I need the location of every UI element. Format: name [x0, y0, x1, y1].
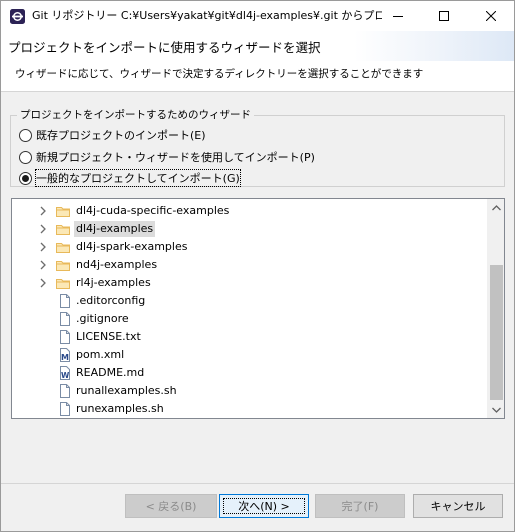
tree-folder-item[interactable]: dl4j-examples	[12, 220, 488, 238]
text-file-icon	[57, 401, 73, 417]
tree-folder-item[interactable]: rl4j-examples	[12, 274, 488, 292]
tree-item-label: dl4j-examples	[74, 221, 156, 237]
page-title: プロジェクトをインポートに使用するウィザードを選択	[8, 40, 321, 55]
folder-icon	[55, 257, 71, 273]
tree-item-label: dl4j-spark-examples	[76, 240, 188, 253]
title-bar[interactable]: Git リポジトリー C:¥Users¥yakat¥git¥dl4j-examp…	[1, 1, 514, 31]
maven-file-icon: M	[57, 347, 73, 363]
tree-file-item[interactable]: W README.md	[12, 364, 488, 382]
scroll-up-icon[interactable]	[488, 199, 504, 216]
radio-new-project-wizard[interactable]: 新規プロジェクト・ウィザードを使用してインポート(P)	[19, 149, 315, 165]
page-description: ウィザードに応じて、ウィザードで決定するディレクトリーを選択することができます	[15, 68, 424, 80]
cancel-button[interactable]: キャンセル	[413, 494, 503, 518]
radio-label: 新規プロジェクト・ウィザードを使用してインポート(P)	[36, 151, 315, 164]
folder-icon	[55, 203, 71, 219]
finish-button[interactable]: 完了(F)	[315, 494, 405, 518]
working-tree-view[interactable]: dl4j-cuda-specific-examples dl4j-examples…	[11, 198, 505, 419]
text-file-icon	[57, 383, 73, 399]
chevron-right-icon[interactable]	[38, 206, 48, 216]
markdown-file-icon: W	[57, 365, 73, 381]
radio-button[interactable]	[19, 128, 32, 142]
scrollbar-thumb[interactable]	[490, 265, 503, 400]
tree-file-item[interactable]: .editorconfig	[12, 292, 488, 310]
back-button[interactable]: < 戻る(B)	[125, 494, 217, 518]
tree-item-label: pom.xml	[76, 348, 125, 361]
radio-import-existing[interactable]: 既存プロジェクトのインポート(E)	[19, 127, 206, 143]
tree-file-item[interactable]: LICENSE.txt	[12, 328, 488, 346]
tree-folder-item[interactable]: dl4j-spark-examples	[12, 238, 488, 256]
eclipse-icon	[10, 9, 25, 24]
tree-file-item[interactable]: runallexamples.sh	[12, 382, 488, 400]
footer-separator	[1, 483, 514, 484]
text-file-icon	[57, 293, 73, 309]
tree-item-label: LICENSE.txt	[76, 330, 141, 343]
next-button[interactable]: 次へ(N) >	[219, 494, 309, 518]
wizard-header: プロジェクトをインポートに使用するウィザードを選択 ウィザードに応じて、ウィザー…	[1, 31, 514, 92]
chevron-right-icon[interactable]	[38, 224, 48, 234]
tree-file-item[interactable]: .gitignore	[12, 310, 488, 328]
header-banner	[354, 31, 514, 61]
close-icon[interactable]	[468, 1, 514, 31]
tree-item-label: runallexamples.sh	[76, 384, 177, 397]
radio-button[interactable]	[19, 150, 32, 164]
maximize-icon[interactable]	[421, 1, 467, 31]
chevron-right-icon[interactable]	[38, 278, 48, 288]
tree-item-label: nd4j-examples	[76, 258, 158, 271]
folder-icon	[55, 275, 71, 291]
chevron-right-icon[interactable]	[38, 242, 48, 252]
tree-item-label: rl4j-examples	[76, 276, 151, 289]
radio-label: 一般的なプロジェクトしてインポート(G)	[35, 169, 241, 187]
scroll-down-icon[interactable]	[488, 401, 504, 418]
svg-text:W: W	[61, 371, 70, 380]
tree-item-label: runexamples.sh	[76, 402, 164, 415]
radio-button-selected[interactable]	[19, 171, 32, 185]
radio-label: 既存プロジェクトのインポート(E)	[36, 129, 206, 142]
tree-file-item[interactable]: runexamples.sh	[12, 400, 488, 418]
tree-item-label: .editorconfig	[76, 294, 146, 307]
tree-item-label: dl4j-cuda-specific-examples	[76, 204, 230, 217]
folder-icon	[55, 221, 71, 237]
text-file-icon	[57, 329, 73, 345]
minimize-icon[interactable]	[375, 1, 421, 31]
window-title: Git リポジトリー C:¥Users¥yakat¥git¥dl4j-examp…	[32, 9, 382, 22]
tree-item-label: README.md	[76, 366, 145, 379]
tree-folder-item[interactable]: nd4j-examples	[12, 256, 488, 274]
text-file-icon	[57, 311, 73, 327]
chevron-right-icon[interactable]	[38, 260, 48, 270]
tree-file-item[interactable]: Mpom.xml	[12, 346, 488, 364]
tree-folder-item[interactable]: dl4j-cuda-specific-examples	[12, 202, 488, 220]
folder-icon	[55, 239, 71, 255]
svg-text:M: M	[61, 353, 69, 362]
radio-general-project[interactable]: 一般的なプロジェクトしてインポート(G)	[19, 169, 241, 187]
tree-item-label: .gitignore	[76, 312, 129, 325]
group-legend: プロジェクトをインポートするためのウィザード	[17, 108, 254, 122]
import-wizard-dialog: Git リポジトリー C:¥Users¥yakat¥git¥dl4j-examp…	[0, 0, 515, 532]
vertical-scrollbar[interactable]	[487, 199, 504, 418]
